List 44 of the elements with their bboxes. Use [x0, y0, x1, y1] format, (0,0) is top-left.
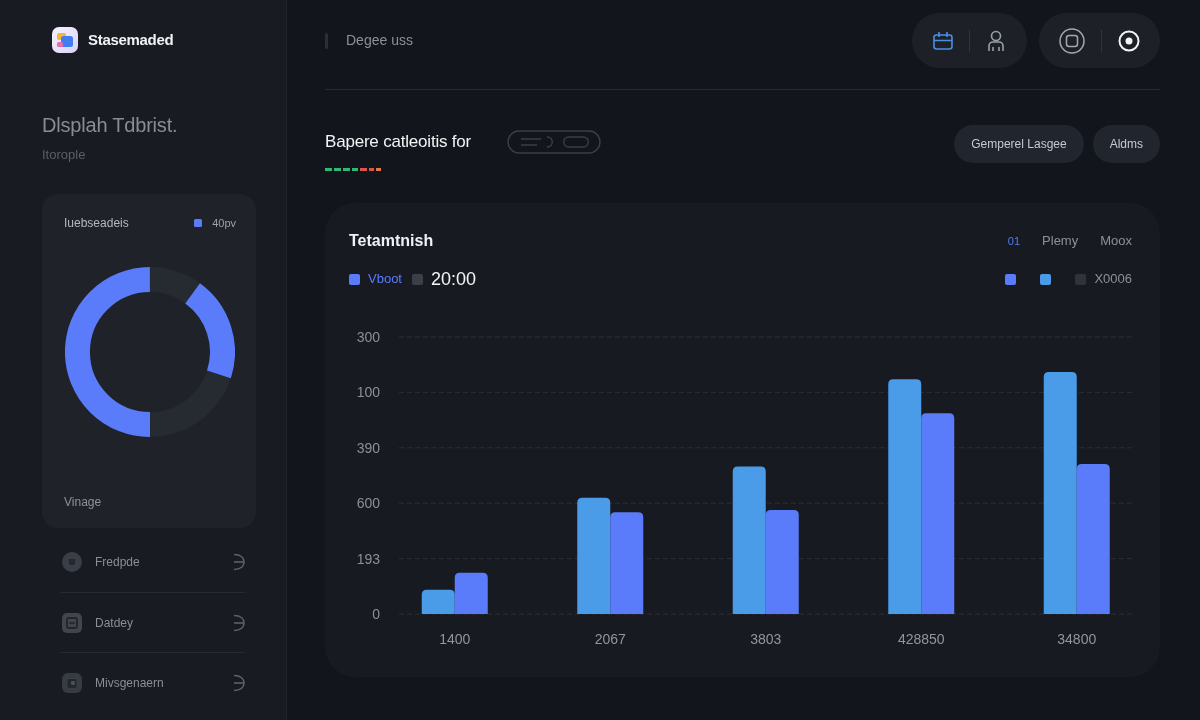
page-title: Bapere catleoitis for — [325, 131, 472, 153]
chart-title: Tetamtnish — [349, 231, 434, 251]
arc-icon[interactable] — [232, 613, 245, 632]
app-icon — [62, 672, 82, 693]
breadcrumb-text: Degee uss — [346, 31, 413, 50]
sidebar-subheading: Itorople — [42, 147, 87, 163]
arc-icon[interactable] — [232, 673, 245, 692]
legend-label: 20:00 — [431, 267, 477, 291]
legend-label: X0006 — [1094, 270, 1132, 289]
axis-category-label: 3803 — [750, 631, 782, 647]
user-icon[interactable] — [985, 28, 1007, 53]
chart-tab[interactable]: 01 — [1007, 232, 1021, 250]
axis-tick-label: 100 — [356, 384, 380, 401]
sidebar-heading: Dlsplah Tdbrist. — [42, 113, 179, 137]
legend-label: Vboot — [368, 270, 402, 289]
app-logo-icon[interactable] — [52, 27, 78, 53]
record-icon[interactable] — [1118, 29, 1140, 52]
document-icon — [62, 612, 82, 633]
accent-underline — [325, 168, 381, 171]
axis-tick-label: 600 — [356, 495, 380, 512]
square-in-circle-icon[interactable] — [1059, 27, 1085, 54]
axis-category-label: 2067 — [594, 631, 626, 647]
nav-link[interactable]: Fredpde — [95, 553, 219, 571]
calendar-icon[interactable] — [932, 29, 954, 52]
axis-tick-label: 390 — [356, 439, 380, 456]
axis-tick-label: 300 — [356, 329, 380, 345]
axis-tick-label: 0 — [372, 606, 380, 622]
brand-name: Stasemaded — [88, 29, 174, 50]
axis-category-label: 428850 — [897, 631, 945, 647]
legend-label: 40pv — [212, 215, 236, 231]
header-button[interactable]: Gemperel Lasgee — [954, 125, 1084, 163]
nav-link[interactable]: Mivsgenaern — [95, 673, 219, 692]
axis-category-label: 1400 — [439, 631, 471, 647]
card-caption: Vinage — [64, 494, 103, 511]
header-button[interactable]: Aldms — [1092, 125, 1160, 163]
arc-icon[interactable] — [232, 553, 245, 571]
outline-pill-icon — [507, 130, 602, 154]
axis-tick-label: 193 — [356, 550, 380, 567]
circle-icon — [62, 552, 82, 572]
axis-category-label: 34800 — [1057, 631, 1097, 647]
chart-tab[interactable]: Moox — [1100, 231, 1132, 251]
chart-tab[interactable]: Plemy — [1042, 231, 1079, 251]
nav-link[interactable]: Datdey — [95, 613, 219, 632]
card-title: Iuebseadeis — [64, 215, 129, 232]
